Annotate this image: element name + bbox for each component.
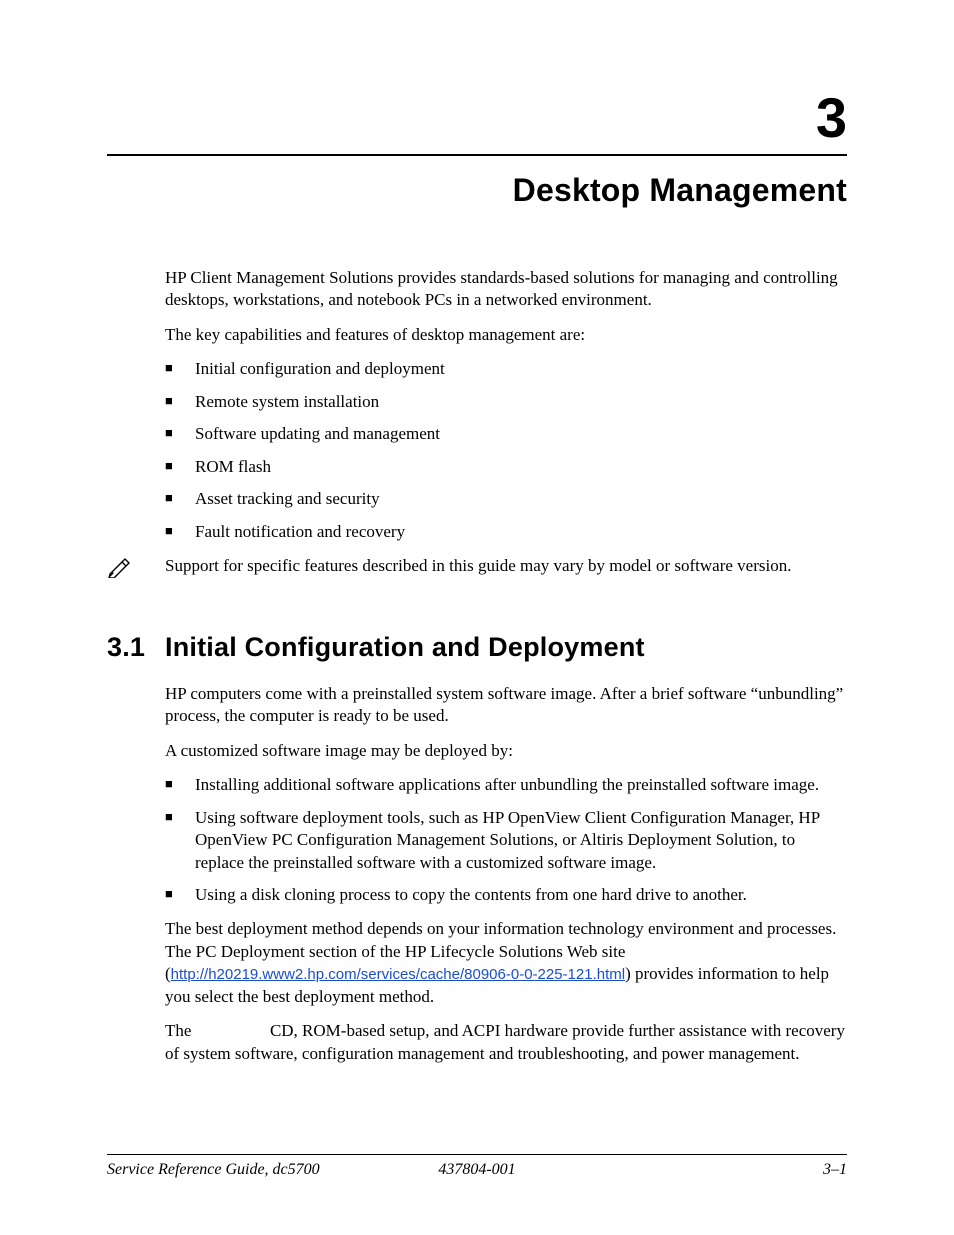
- chapter-title: Desktop Management: [107, 172, 847, 209]
- footer-right: 3–1: [823, 1161, 847, 1179]
- pencil-note-icon: [107, 555, 165, 578]
- note-text: Support for specific features described …: [165, 555, 791, 577]
- section-paragraph-with-link: The best deployment method depends on yo…: [165, 918, 847, 1008]
- intro-block: HP Client Management Solutions provides …: [165, 267, 847, 543]
- intro-bullet-list: Initial configuration and deployment Rem…: [165, 358, 847, 543]
- chapter-number: 3: [107, 90, 847, 146]
- footer-center: 437804-001: [107, 1161, 847, 1179]
- list-item: ROM flash: [165, 456, 847, 478]
- section-bullet-list: Installing additional software applicati…: [165, 774, 847, 906]
- chapter-rule: [107, 154, 847, 156]
- section-number: 3.1: [107, 632, 165, 663]
- intro-paragraph-2: The key capabilities and features of des…: [165, 324, 847, 346]
- document-page: 3 Desktop Management HP Client Managemen…: [0, 0, 954, 1235]
- section-3-1-body: HP computers come with a preinstalled sy…: [165, 683, 847, 1065]
- section-heading-3-1: 3.1 Initial Configuration and Deployment: [107, 632, 847, 663]
- list-item: Asset tracking and security: [165, 488, 847, 510]
- list-item: Software updating and management: [165, 423, 847, 445]
- text-run: CD, ROM-based setup, and ACPI hardware p…: [165, 1021, 845, 1062]
- list-item: Using a disk cloning process to copy the…: [165, 884, 847, 906]
- list-item: Initial configuration and deployment: [165, 358, 847, 380]
- note-row: Support for specific features described …: [107, 555, 847, 578]
- list-item: Remote system installation: [165, 391, 847, 413]
- hp-lifecycle-link[interactable]: http://h20219.www2.hp.com/services/cache…: [171, 966, 625, 983]
- list-item: Using software deployment tools, such as…: [165, 807, 847, 874]
- text-run: The: [165, 1021, 196, 1040]
- section-paragraph: HP computers come with a preinstalled sy…: [165, 683, 847, 728]
- list-item: Installing additional software applicati…: [165, 774, 847, 796]
- intro-paragraph-1: HP Client Management Solutions provides …: [165, 267, 847, 312]
- footer-rule: [107, 1154, 847, 1155]
- section-paragraph: A customized software image may be deplo…: [165, 740, 847, 762]
- section-title: Initial Configuration and Deployment: [165, 632, 645, 663]
- list-item: Fault notification and recovery: [165, 521, 847, 543]
- page-footer: Service Reference Guide, dc5700 437804-0…: [107, 1154, 847, 1179]
- section-paragraph: The CD, ROM-based setup, and ACPI hardwa…: [165, 1020, 847, 1065]
